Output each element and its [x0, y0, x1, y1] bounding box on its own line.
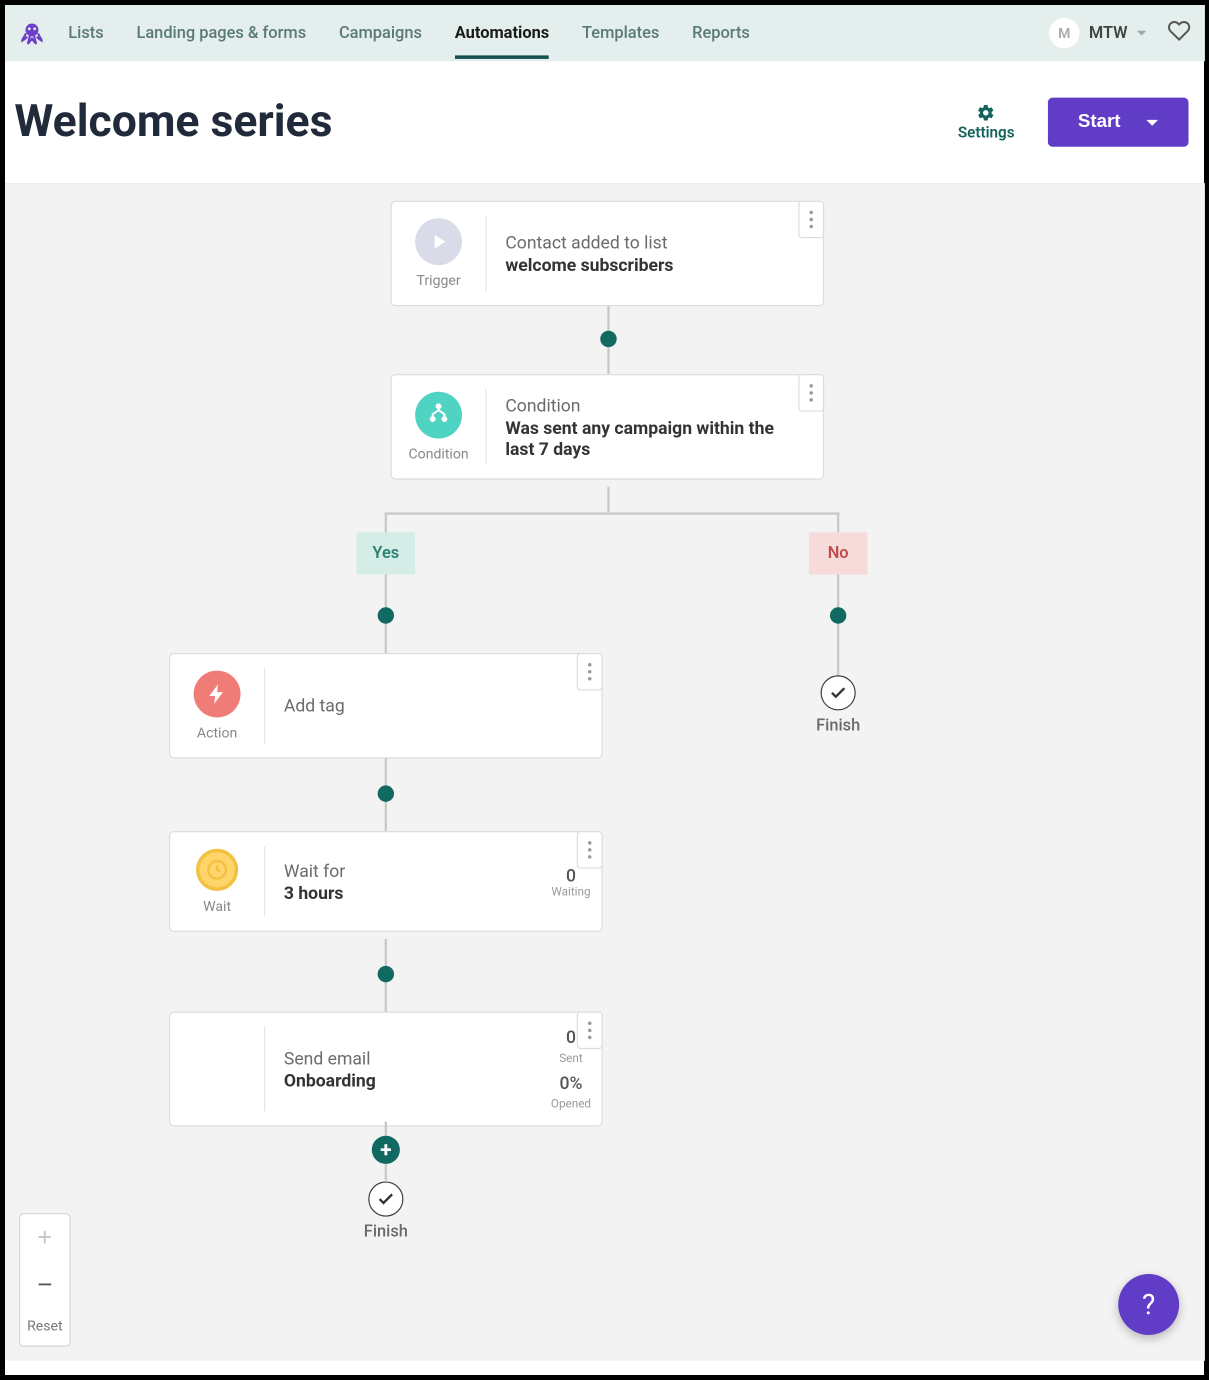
automation-canvas[interactable]: Trigger Contact added to list welcome su… — [5, 184, 1205, 1360]
nav-campaigns[interactable]: Campaigns — [339, 7, 422, 59]
brand-logo-icon — [19, 20, 45, 46]
node-title: Wait for — [284, 860, 522, 881]
start-button[interactable]: Start — [1047, 98, 1188, 147]
chevron-down-icon — [1137, 31, 1146, 36]
node-type-label: Wait — [203, 898, 231, 914]
help-button[interactable]: ? — [1118, 1274, 1179, 1335]
node-type-label: Condition — [409, 446, 469, 462]
page-header: Welcome series Settings Start — [5, 61, 1205, 184]
gear-icon — [977, 103, 996, 122]
check-icon — [376, 1190, 395, 1209]
node-email[interactable]: Send email Onboarding 0 Sent 0% Opened — [169, 1012, 603, 1127]
nav-automations[interactable]: Automations — [455, 7, 549, 59]
node-detail: welcome subscribers — [505, 254, 804, 275]
node-action[interactable]: Action Add tag — [169, 653, 603, 758]
node-detail: Was sent any campaign within the last 7 … — [505, 417, 804, 459]
node-detail: Onboarding — [284, 1070, 522, 1091]
zoom-out-button[interactable]: − — [20, 1261, 69, 1308]
stat-label: Opened — [551, 1098, 591, 1111]
clock-icon — [196, 849, 238, 891]
node-trigger[interactable]: Trigger Contact added to list welcome su… — [391, 201, 825, 306]
play-icon — [415, 218, 462, 265]
finish-label: Finish — [816, 716, 860, 735]
node-menu-button[interactable] — [577, 831, 603, 868]
stat-value: 0% — [559, 1073, 582, 1094]
avatar: M — [1049, 18, 1079, 48]
nav-reports[interactable]: Reports — [692, 7, 750, 59]
node-title: Send email — [284, 1047, 522, 1068]
nav-templates[interactable]: Templates — [582, 7, 659, 59]
node-title: Add tag — [284, 695, 583, 716]
user-menu[interactable]: M MTW — [1049, 18, 1146, 48]
zoom-reset-button[interactable]: Reset — [27, 1308, 62, 1345]
node-detail: 3 hours — [284, 882, 522, 903]
stat-value: 0 — [566, 865, 576, 886]
branch-yes: Yes — [357, 532, 416, 574]
heart-icon[interactable] — [1167, 19, 1190, 47]
node-type-label: Action — [197, 724, 237, 740]
stat-label: Waiting — [551, 886, 590, 899]
nav-landing[interactable]: Landing pages & forms — [136, 7, 306, 59]
check-icon — [829, 683, 848, 702]
finish-label: Finish — [364, 1223, 408, 1242]
branch-icon — [415, 392, 462, 439]
chevron-down-icon — [1146, 119, 1158, 125]
node-menu-button[interactable] — [798, 374, 824, 411]
finish-node-yes — [368, 1181, 403, 1216]
page-title: Welcome series — [14, 96, 332, 148]
node-menu-button[interactable] — [577, 653, 603, 690]
zoom-control: + − Reset — [19, 1213, 71, 1347]
branch-no: No — [809, 532, 868, 574]
finish-node-no — [821, 675, 856, 710]
node-type-label: Trigger — [417, 272, 461, 288]
add-step-button[interactable]: + — [372, 1136, 400, 1164]
node-title: Condition — [505, 395, 804, 416]
top-nav: Lists Landing pages & forms Campaigns Au… — [5, 5, 1205, 61]
node-menu-button[interactable] — [577, 1012, 603, 1049]
nav-lists[interactable]: Lists — [68, 7, 103, 59]
node-condition[interactable]: Condition Condition Was sent any campaig… — [391, 374, 825, 479]
stat-value: 0 — [566, 1027, 576, 1048]
node-wait[interactable]: Wait Wait for 3 hours 0 Waiting — [169, 831, 603, 932]
start-label: Start — [1078, 112, 1121, 133]
bolt-icon — [194, 671, 241, 718]
node-menu-button[interactable] — [798, 201, 824, 238]
stat-label: Sent — [559, 1053, 582, 1066]
zoom-in-button[interactable]: + — [20, 1214, 69, 1261]
settings-button[interactable]: Settings — [958, 103, 1015, 142]
settings-label: Settings — [958, 124, 1015, 142]
user-name: MTW — [1089, 24, 1128, 43]
node-title: Contact added to list — [505, 232, 804, 253]
